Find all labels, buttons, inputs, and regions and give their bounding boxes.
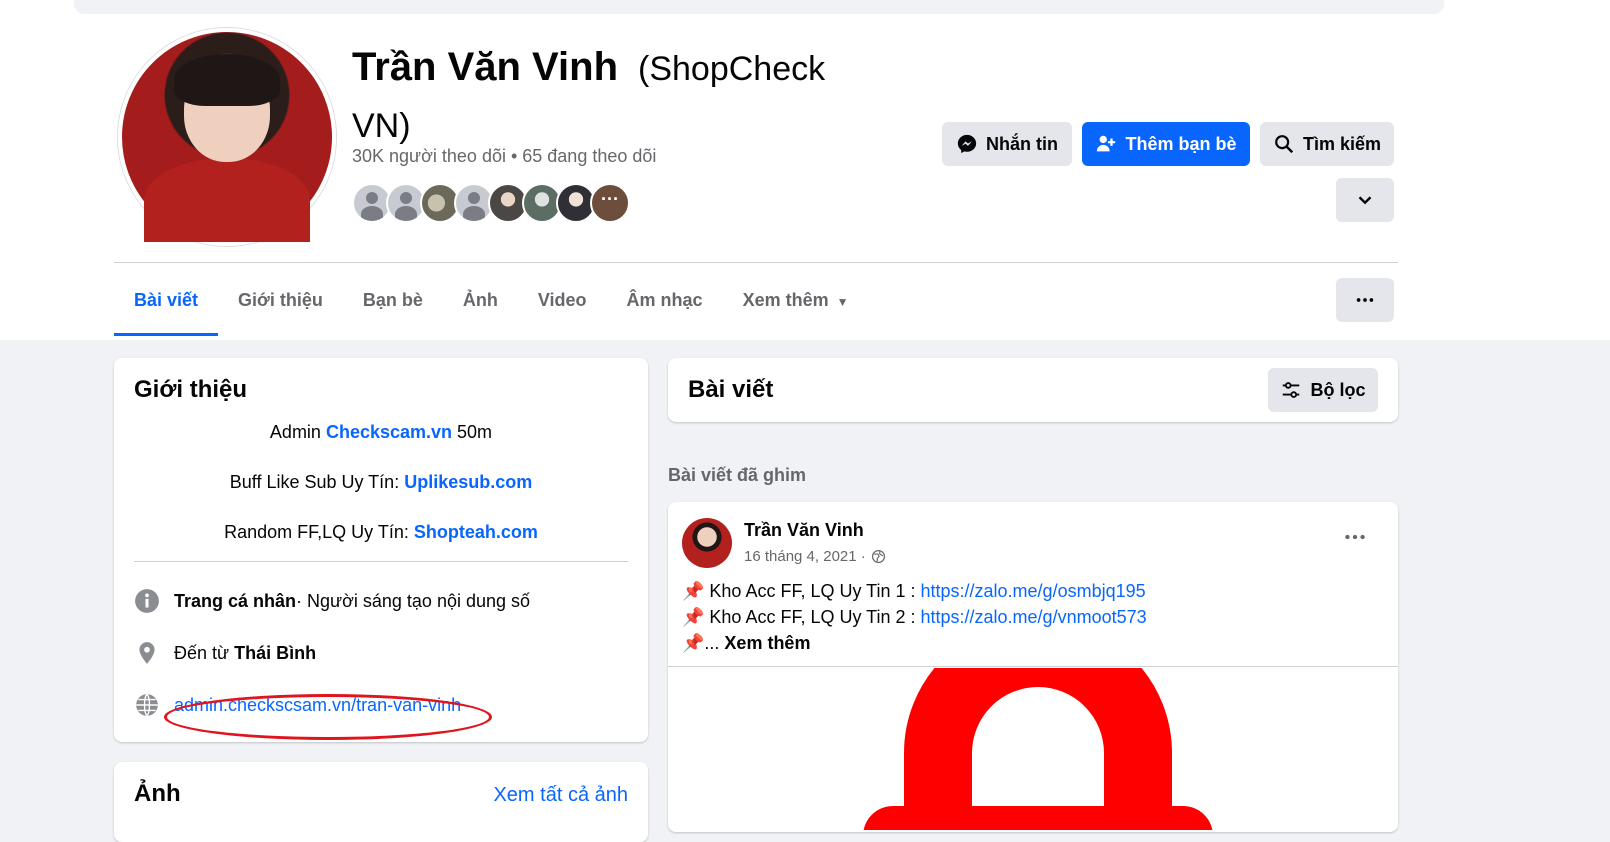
profile-tabs: Bài viết Giới thiệu Bạn bè Ảnh Video Âm … bbox=[114, 276, 868, 340]
filter-label: Bộ lọc bbox=[1310, 379, 1366, 400]
post-author-avatar[interactable] bbox=[682, 518, 732, 568]
post-image[interactable] bbox=[668, 668, 1398, 830]
post-line: 📌 Kho Acc FF, LQ Uy Tin 2 : https://zalo… bbox=[682, 604, 1147, 630]
more-options-button[interactable] bbox=[1336, 278, 1394, 322]
bio-link[interactable]: Checkscam.vn bbox=[326, 422, 452, 442]
post-link[interactable]: https://zalo.me/g/vnmoot573 bbox=[921, 607, 1147, 627]
bio-line: Admin Checkscam.vn 50m bbox=[114, 422, 648, 443]
photos-card: Ảnh Xem tất cả ảnh bbox=[114, 762, 648, 842]
add-friend-icon bbox=[1097, 135, 1116, 152]
add-friend-button[interactable]: Thêm bạn bè bbox=[1082, 122, 1250, 166]
post-options-button[interactable] bbox=[1342, 524, 1368, 555]
globe-icon bbox=[134, 692, 160, 718]
more-friends-icon[interactable]: ··· bbox=[590, 183, 630, 223]
highlight-circle bbox=[164, 694, 492, 740]
post-text: 📌 Kho Acc FF, LQ Uy Tin 2 : bbox=[682, 607, 921, 627]
post-divider bbox=[668, 666, 1398, 667]
tab-posts[interactable]: Bài viết bbox=[114, 276, 219, 336]
avatar-sweater bbox=[144, 158, 310, 242]
follower-stats[interactable]: 30K người theo dõi • 65 đang theo dõi bbox=[352, 146, 656, 167]
filter-icon bbox=[1283, 382, 1300, 398]
hometown-place[interactable]: Thái Bình bbox=[234, 643, 316, 664]
tab-videos[interactable]: Video bbox=[518, 276, 607, 336]
post-date[interactable]: 16 tháng 4, 2021 · bbox=[744, 548, 866, 565]
bio-line: Buff Like Sub Uy Tín: Uplikesub.com bbox=[114, 472, 648, 493]
filter-button[interactable]: Bộ lọc bbox=[1268, 368, 1378, 412]
search-icon bbox=[1275, 135, 1294, 154]
bio-link[interactable]: Uplikesub.com bbox=[404, 472, 532, 492]
profile-name: Trần Văn Vinh (ShopCheck VN) bbox=[352, 42, 832, 158]
tab-more-label: Xem thêm bbox=[742, 290, 829, 310]
post-author-name[interactable]: Trần Văn Vinh bbox=[744, 520, 864, 541]
tab-about[interactable]: Giới thiệu bbox=[218, 276, 343, 336]
profile-main-name: Trần Văn Vinh bbox=[352, 45, 618, 89]
post-text: 📌... bbox=[682, 633, 725, 653]
see-all-photos-link[interactable]: Xem tất cả ảnh bbox=[493, 784, 628, 807]
expand-button[interactable] bbox=[1336, 178, 1394, 222]
lock-graphic bbox=[863, 668, 1213, 830]
tab-friends[interactable]: Bạn bè bbox=[343, 276, 443, 336]
avatar-hair bbox=[174, 54, 280, 106]
posts-title: Bài viết bbox=[688, 376, 774, 403]
add-friend-label: Thêm bạn bè bbox=[1125, 133, 1237, 154]
hometown-prefix: Đến từ bbox=[174, 642, 230, 663]
post-text: 📌 Kho Acc FF, LQ Uy Tin 1 : bbox=[682, 581, 921, 601]
post-line: 📌 Kho Acc FF, LQ Uy Tin 1 : https://zalo… bbox=[682, 578, 1147, 604]
header-divider bbox=[114, 262, 1398, 263]
cover-photo-edge bbox=[74, 0, 1444, 14]
intro-title: Giới thiệu bbox=[134, 376, 248, 403]
message-button[interactable]: Nhắn tin bbox=[942, 122, 1072, 166]
search-label: Tìm kiếm bbox=[1302, 133, 1382, 154]
profile-avatar[interactable] bbox=[118, 28, 336, 246]
search-button[interactable]: Tìm kiếm bbox=[1260, 122, 1394, 166]
messenger-icon bbox=[957, 134, 977, 154]
bio-text: Random FF,LQ Uy Tín: bbox=[224, 522, 414, 542]
category-label: Trang cá nhân bbox=[174, 590, 297, 611]
more-icon bbox=[1356, 298, 1374, 302]
location-pin-icon bbox=[134, 640, 160, 666]
post-line: 📌... Xem thêm bbox=[682, 630, 1147, 656]
hometown-row: Đến từ Thái Bình bbox=[134, 640, 316, 666]
bio-link[interactable]: Shopteah.com bbox=[414, 522, 538, 542]
posts-header-card: Bài viết Bộ lọc bbox=[668, 358, 1398, 422]
caret-down-icon: ▼ bbox=[836, 295, 849, 309]
bio-text: Buff Like Sub Uy Tín: bbox=[229, 472, 405, 492]
see-more-link[interactable]: Xem thêm bbox=[724, 633, 810, 653]
pinned-post-card: Trần Văn Vinh 16 tháng 4, 2021 · 📌 Kho A… bbox=[668, 502, 1398, 832]
message-label: Nhắn tin bbox=[986, 133, 1058, 154]
tab-photos[interactable]: Ảnh bbox=[443, 276, 518, 336]
bio-line: Random FF,LQ Uy Tín: Shopteah.com bbox=[114, 522, 648, 543]
bio-text: Admin bbox=[269, 422, 326, 442]
more-icon bbox=[1345, 534, 1365, 540]
info-icon bbox=[134, 588, 160, 614]
bio-text: 50m bbox=[452, 422, 493, 442]
photos-title: Ảnh bbox=[134, 780, 181, 807]
post-link[interactable]: https://zalo.me/g/osmbjq195 bbox=[921, 581, 1146, 601]
category-row: Trang cá nhân · Người sáng tạo nội dung … bbox=[134, 588, 530, 614]
public-globe-icon bbox=[871, 549, 885, 564]
tab-more[interactable]: Xem thêm ▼ bbox=[723, 276, 869, 336]
chevron-down-icon bbox=[1358, 196, 1372, 205]
category-value: · Người sáng tạo nội dung số bbox=[296, 590, 531, 611]
post-meta: 16 tháng 4, 2021 · bbox=[744, 548, 886, 565]
post-body: 📌 Kho Acc FF, LQ Uy Tin 1 : https://zalo… bbox=[682, 578, 1147, 656]
intro-divider bbox=[134, 561, 628, 562]
tab-music[interactable]: Âm nhạc bbox=[607, 276, 723, 336]
pinned-label: Bài viết đã ghim bbox=[668, 465, 807, 485]
intro-card: Giới thiệu Admin Checkscam.vn 50m Buff L… bbox=[114, 358, 648, 742]
